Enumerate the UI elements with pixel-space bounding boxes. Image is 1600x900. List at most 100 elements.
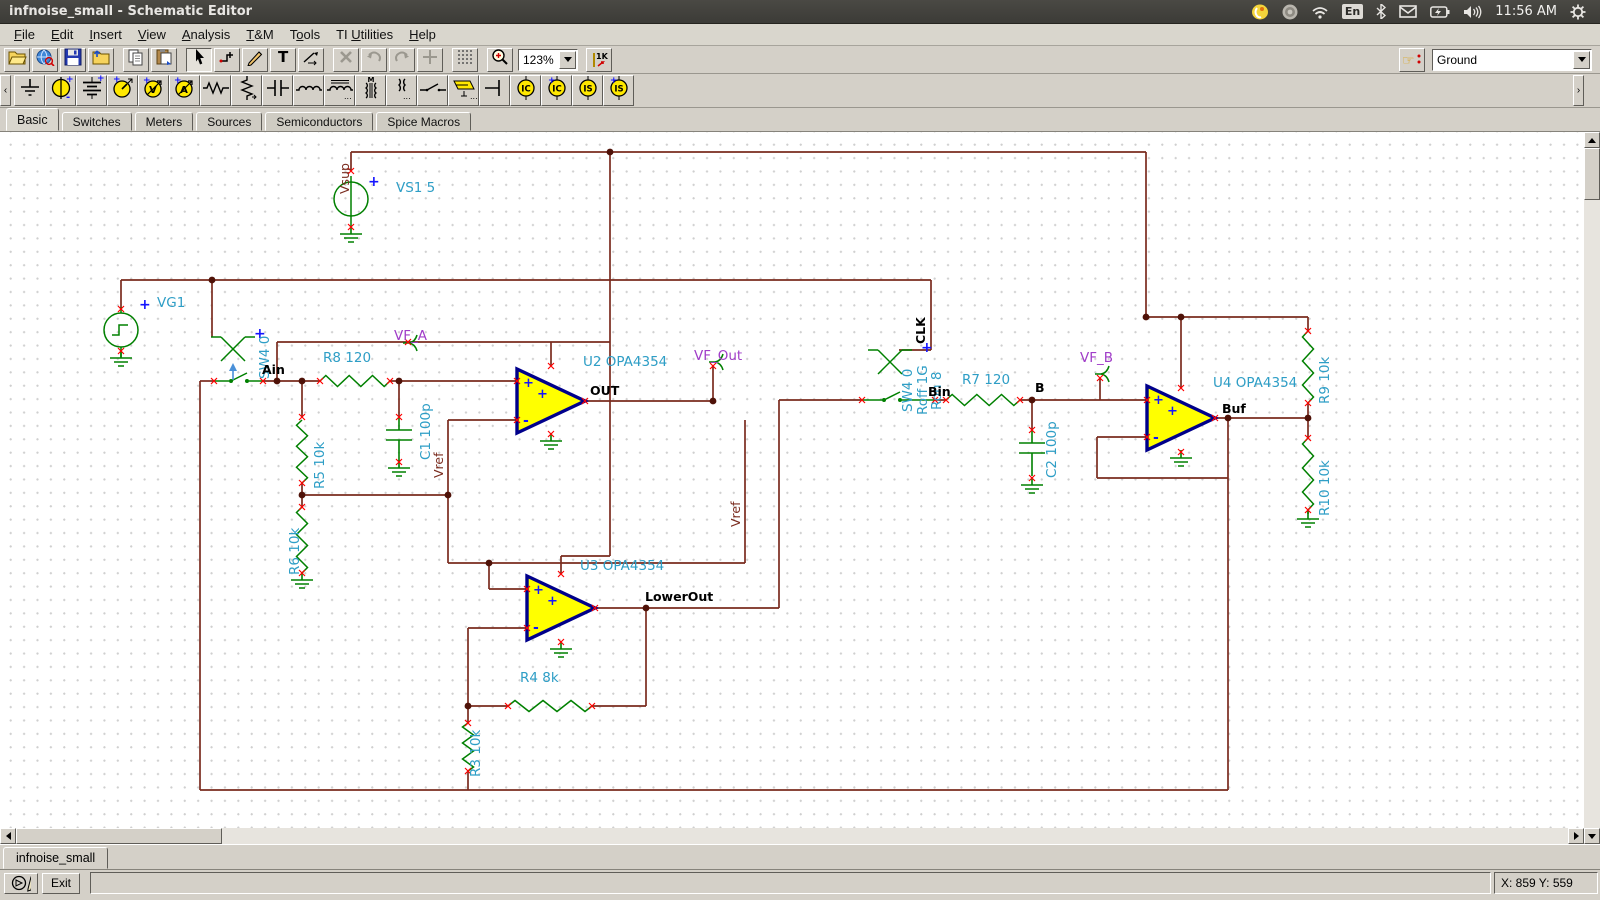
source-VG1[interactable] <box>104 313 138 347</box>
schematic-canvas[interactable]: ++-++-++-++++VsupVS1 5VG1SW4 0AinR8 120V… <box>0 132 1584 828</box>
label-Bin[interactable]: Bin <box>928 384 951 399</box>
menu-t-m[interactable]: T&M <box>238 25 281 44</box>
palette-scroll-left[interactable]: ‹ <box>0 75 11 106</box>
tab-sources[interactable]: Sources <box>196 112 262 131</box>
inductor-core-component-button[interactable]: ... <box>324 75 355 106</box>
copy-button[interactable] <box>123 48 149 72</box>
vertical-scrollbar[interactable] <box>1584 132 1600 844</box>
label-Vsup[interactable]: Vsup <box>337 163 352 194</box>
capacitor-component-button[interactable] <box>262 75 293 106</box>
label-VF_Out[interactable]: VF_Out <box>694 348 742 364</box>
terminal-component-button[interactable] <box>479 75 510 106</box>
save-button[interactable] <box>60 48 86 72</box>
document-tab[interactable]: infnoise_small <box>3 847 108 869</box>
label-R9-10k[interactable]: R9 10k <box>1317 357 1333 404</box>
ground-symbol[interactable] <box>540 433 562 449</box>
resistor-R9[interactable] <box>1303 331 1314 403</box>
menu-file[interactable]: File <box>6 25 43 44</box>
export-file-button[interactable] <box>88 48 114 72</box>
palette-scroll-right[interactable]: › <box>1573 75 1584 106</box>
zoom-level-combobox[interactable]: 123% <box>518 49 578 71</box>
label-OUT[interactable]: OUT <box>590 383 620 398</box>
horizontal-scrollbar[interactable] <box>0 828 1584 844</box>
clock[interactable]: 11:56 AM <box>1495 4 1557 19</box>
speaker-icon[interactable] <box>1463 5 1482 19</box>
keyboard-layout[interactable]: En <box>1342 4 1363 19</box>
mail-icon[interactable] <box>1399 5 1417 18</box>
label-VF_A[interactable]: VF_A <box>394 328 428 344</box>
coupled-inductors-component-button[interactable]: ... <box>386 75 417 106</box>
ground-symbol[interactable] <box>1021 477 1043 493</box>
wifi-icon[interactable] <box>1311 5 1329 19</box>
find-component-button[interactable]: ☞ <box>1399 48 1425 72</box>
label-R8-120[interactable]: R8 120 <box>323 350 371 366</box>
resistor-R8[interactable] <box>320 376 390 387</box>
label-Vref[interactable]: Vref <box>728 501 743 527</box>
label-R5-10k[interactable]: R5 10k <box>312 442 328 489</box>
open-file-button[interactable] <box>4 48 30 72</box>
tab-spice-macros[interactable]: Spice Macros <box>376 112 471 131</box>
menu-edit[interactable]: Edit <box>43 25 81 44</box>
label-U2-OPA4354[interactable]: U2 OPA4354 <box>583 354 667 370</box>
label-U3-OPA4354[interactable]: U3 OPA4354 <box>580 558 664 574</box>
label-R7-120[interactable]: R7 120 <box>962 372 1010 388</box>
scroll-up-button[interactable] <box>1584 132 1600 148</box>
ammeter-component-button[interactable]: A+ <box>169 75 200 106</box>
label-U4-OPA4354[interactable]: U4 OPA4354 <box>1213 375 1297 391</box>
menu-insert[interactable]: Insert <box>81 25 130 44</box>
resistor-R7[interactable] <box>946 395 1020 406</box>
label-VG1[interactable]: VG1 <box>157 295 185 311</box>
label-Ain[interactable]: Ain <box>262 362 285 377</box>
menu-tools[interactable]: Tools <box>282 25 328 44</box>
transformer-component-button[interactable]: M <box>355 75 386 106</box>
component-dropdown-arrow-icon[interactable] <box>1573 51 1590 69</box>
schematic-editor-button[interactable] <box>4 873 38 894</box>
exit-button[interactable]: Exit <box>42 873 80 894</box>
label-Vref[interactable]: Vref <box>431 452 446 478</box>
bluetooth-icon[interactable] <box>1376 4 1386 19</box>
ground-symbol[interactable] <box>550 641 572 657</box>
switch-contact-wire[interactable] <box>884 392 900 400</box>
menu-view[interactable]: View <box>130 25 174 44</box>
app-icon[interactable] <box>1251 4 1269 20</box>
label-VF_B[interactable]: VF_B <box>1080 350 1113 366</box>
resistor-R4[interactable] <box>508 701 592 712</box>
battery-icon[interactable] <box>1430 6 1450 18</box>
select-cursor-button[interactable] <box>186 48 212 72</box>
is-circle-plus-component-button[interactable]: IS+ <box>603 75 634 106</box>
menu-help[interactable]: Help <box>401 25 444 44</box>
component-select-combobox[interactable]: Ground <box>1432 49 1592 71</box>
label-Buf[interactable]: Buf <box>1222 401 1246 416</box>
wire-tool-button[interactable] <box>214 48 240 72</box>
last-component-1k-button[interactable]: 1K <box>586 48 612 72</box>
grid-toggle-button[interactable] <box>452 48 478 72</box>
ic-circle-plus-component-button[interactable]: IC+ <box>541 75 572 106</box>
label-C1-100p[interactable]: C1 100p <box>418 403 434 460</box>
vertical-scroll-thumb[interactable] <box>1584 148 1600 200</box>
zoom-dropdown-arrow-icon[interactable] <box>559 51 576 69</box>
ground-symbol[interactable] <box>110 350 132 366</box>
horizontal-scroll-thumb[interactable] <box>16 828 222 844</box>
label-LowerOut[interactable]: LowerOut <box>645 589 713 604</box>
potentiometer-component-button[interactable] <box>231 75 262 106</box>
session-gear-icon[interactable] <box>1570 4 1586 20</box>
resistor-component-button[interactable] <box>200 75 231 106</box>
label-R6-10k[interactable]: R6 10k <box>287 528 303 575</box>
battery-component-button[interactable]: + <box>76 75 107 106</box>
zoom-tool-button[interactable] <box>487 48 513 72</box>
voltage-source-component-button[interactable]: +- <box>45 75 76 106</box>
open-web-button[interactable] <box>32 48 58 72</box>
resistor-R10[interactable] <box>1303 438 1314 510</box>
ground-symbol[interactable] <box>1297 511 1319 527</box>
inductor-component-button[interactable] <box>293 75 324 106</box>
label-R10-10k[interactable]: R10 10k <box>1317 460 1333 516</box>
label-SW4-0[interactable]: SW4 0 <box>900 369 916 412</box>
volume-orb-icon[interactable] <box>1282 4 1298 20</box>
resistor-R5[interactable] <box>297 420 308 483</box>
scroll-right-button[interactable] <box>1568 828 1584 844</box>
menu-analysis[interactable]: Analysis <box>174 25 238 44</box>
tab-basic[interactable]: Basic <box>6 108 59 131</box>
wire-segment-tool-button[interactable] <box>298 48 324 72</box>
switch-component-button[interactable] <box>417 75 448 106</box>
menu-ti-utilities[interactable]: TI Utilities <box>328 25 401 44</box>
